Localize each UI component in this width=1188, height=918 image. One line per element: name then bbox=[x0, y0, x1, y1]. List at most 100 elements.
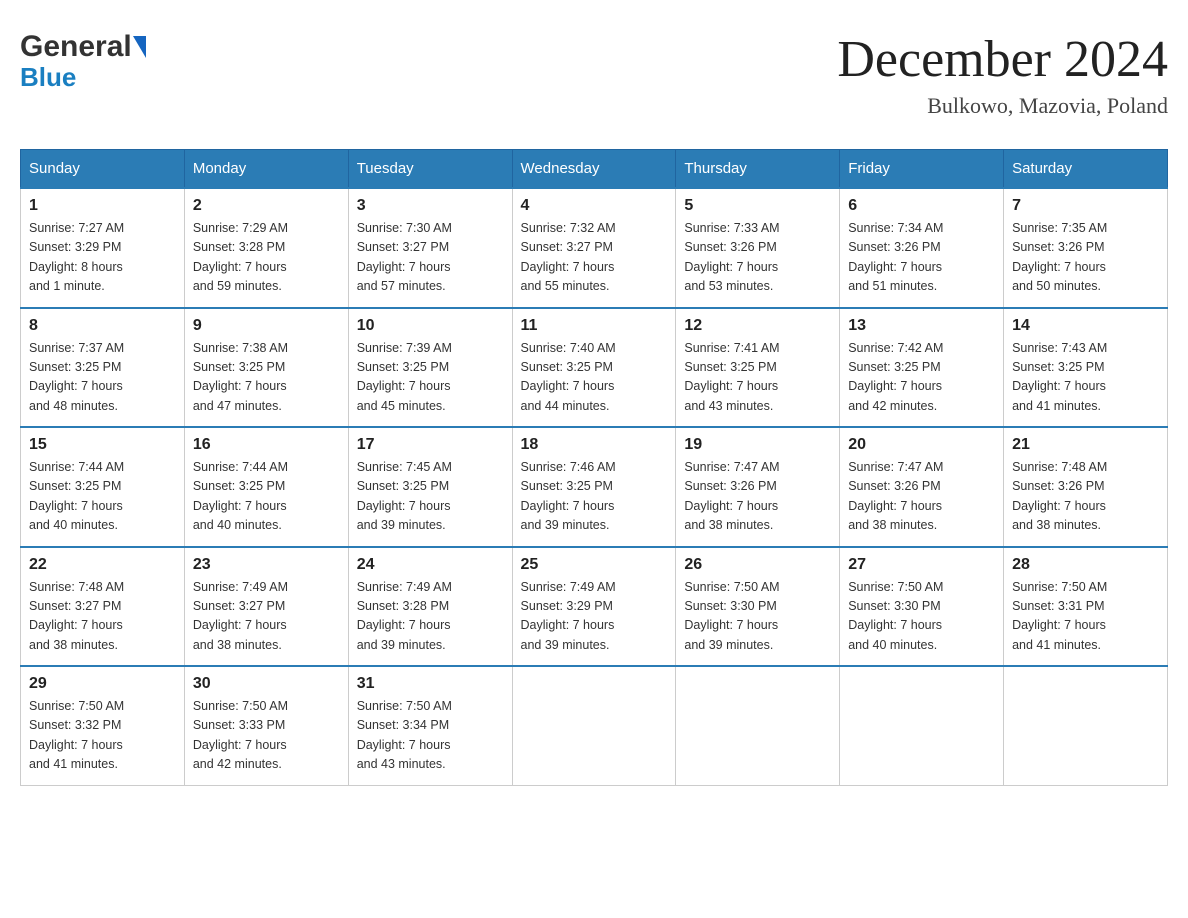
calendar-cell: 8Sunrise: 7:37 AMSunset: 3:25 PMDaylight… bbox=[21, 308, 185, 428]
col-header-thursday: Thursday bbox=[676, 150, 840, 189]
calendar-cell bbox=[840, 666, 1004, 785]
day-info: Sunrise: 7:47 AMSunset: 3:26 PMDaylight:… bbox=[848, 458, 995, 536]
day-info: Sunrise: 7:29 AMSunset: 3:28 PMDaylight:… bbox=[193, 219, 340, 297]
day-info: Sunrise: 7:35 AMSunset: 3:26 PMDaylight:… bbox=[1012, 219, 1159, 297]
day-info: Sunrise: 7:40 AMSunset: 3:25 PMDaylight:… bbox=[521, 339, 668, 417]
calendar-cell: 6 Sunrise: 7:34 AMSunset: 3:26 PMDaylight… bbox=[840, 188, 1004, 308]
day-number: 17 bbox=[357, 436, 504, 454]
location-subtitle: Bulkowo, Mazovia, Poland bbox=[837, 93, 1168, 119]
logo-general-text: General bbox=[20, 30, 146, 64]
calendar-cell: 18 Sunrise: 7:46 AMSunset: 3:25 PMDayligh… bbox=[512, 427, 676, 547]
calendar-cell bbox=[1004, 666, 1168, 785]
day-info: Sunrise: 7:50 AMSunset: 3:31 PMDaylight:… bbox=[1012, 578, 1159, 656]
calendar-cell: 15 Sunrise: 7:44 AMSunset: 3:25 PMDayligh… bbox=[21, 427, 185, 547]
calendar-cell: 20 Sunrise: 7:47 AMSunset: 3:26 PMDayligh… bbox=[840, 427, 1004, 547]
day-number: 6 bbox=[848, 197, 995, 215]
calendar-cell: 26 Sunrise: 7:50 AMSunset: 3:30 PMDayligh… bbox=[676, 547, 840, 667]
calendar-cell: 16 Sunrise: 7:44 AMSunset: 3:25 PMDayligh… bbox=[184, 427, 348, 547]
month-year-title: December 2024 bbox=[837, 30, 1168, 89]
day-number: 20 bbox=[848, 436, 995, 454]
day-info: Sunrise: 7:46 AMSunset: 3:25 PMDaylight:… bbox=[521, 458, 668, 536]
day-number: 21 bbox=[1012, 436, 1159, 454]
day-number: 27 bbox=[848, 556, 995, 574]
day-info: Sunrise: 7:48 AMSunset: 3:26 PMDaylight:… bbox=[1012, 458, 1159, 536]
day-number: 8 bbox=[29, 317, 176, 335]
day-number: 1 bbox=[29, 197, 176, 215]
col-header-sunday: Sunday bbox=[21, 150, 185, 189]
day-number: 15 bbox=[29, 436, 176, 454]
day-number: 22 bbox=[29, 556, 176, 574]
day-info: Sunrise: 7:44 AMSunset: 3:25 PMDaylight:… bbox=[193, 458, 340, 536]
day-number: 10 bbox=[357, 317, 504, 335]
day-info: Sunrise: 7:42 AMSunset: 3:25 PMDaylight:… bbox=[848, 339, 995, 417]
calendar-week-row: 29 Sunrise: 7:50 AMSunset: 3:32 PMDayligh… bbox=[21, 666, 1168, 785]
title-section: December 2024 Bulkowo, Mazovia, Poland bbox=[837, 30, 1168, 119]
day-number: 14 bbox=[1012, 317, 1159, 335]
day-info: Sunrise: 7:34 AMSunset: 3:26 PMDaylight:… bbox=[848, 219, 995, 297]
calendar-week-row: 15 Sunrise: 7:44 AMSunset: 3:25 PMDayligh… bbox=[21, 427, 1168, 547]
calendar-cell: 19Sunrise: 7:47 AMSunset: 3:26 PMDayligh… bbox=[676, 427, 840, 547]
day-info: Sunrise: 7:50 AMSunset: 3:32 PMDaylight:… bbox=[29, 697, 176, 775]
day-info: Sunrise: 7:39 AMSunset: 3:25 PMDaylight:… bbox=[357, 339, 504, 417]
day-info: Sunrise: 7:44 AMSunset: 3:25 PMDaylight:… bbox=[29, 458, 176, 536]
calendar-cell: 5Sunrise: 7:33 AMSunset: 3:26 PMDaylight… bbox=[676, 188, 840, 308]
day-number: 24 bbox=[357, 556, 504, 574]
calendar-cell bbox=[512, 666, 676, 785]
day-number: 26 bbox=[684, 556, 831, 574]
day-number: 4 bbox=[521, 197, 668, 215]
day-info: Sunrise: 7:43 AMSunset: 3:25 PMDaylight:… bbox=[1012, 339, 1159, 417]
col-header-saturday: Saturday bbox=[1004, 150, 1168, 189]
day-info: Sunrise: 7:50 AMSunset: 3:34 PMDaylight:… bbox=[357, 697, 504, 775]
col-header-monday: Monday bbox=[184, 150, 348, 189]
day-info: Sunrise: 7:41 AMSunset: 3:25 PMDaylight:… bbox=[684, 339, 831, 417]
day-number: 25 bbox=[521, 556, 668, 574]
day-number: 7 bbox=[1012, 197, 1159, 215]
day-number: 18 bbox=[521, 436, 668, 454]
day-info: Sunrise: 7:32 AMSunset: 3:27 PMDaylight:… bbox=[521, 219, 668, 297]
day-number: 11 bbox=[521, 317, 668, 335]
day-number: 12 bbox=[684, 317, 831, 335]
col-header-friday: Friday bbox=[840, 150, 1004, 189]
calendar-week-row: 22 Sunrise: 7:48 AMSunset: 3:27 PMDayligh… bbox=[21, 547, 1168, 667]
day-info: Sunrise: 7:50 AMSunset: 3:30 PMDaylight:… bbox=[848, 578, 995, 656]
calendar-cell: 23 Sunrise: 7:49 AMSunset: 3:27 PMDayligh… bbox=[184, 547, 348, 667]
calendar-cell: 10 Sunrise: 7:39 AMSunset: 3:25 PMDayligh… bbox=[348, 308, 512, 428]
day-number: 29 bbox=[29, 675, 176, 693]
calendar-cell: 27 Sunrise: 7:50 AMSunset: 3:30 PMDayligh… bbox=[840, 547, 1004, 667]
day-info: Sunrise: 7:45 AMSunset: 3:25 PMDaylight:… bbox=[357, 458, 504, 536]
calendar-cell: 7 Sunrise: 7:35 AMSunset: 3:26 PMDaylight… bbox=[1004, 188, 1168, 308]
day-number: 3 bbox=[357, 197, 504, 215]
calendar-cell: 13 Sunrise: 7:42 AMSunset: 3:25 PMDayligh… bbox=[840, 308, 1004, 428]
day-info: Sunrise: 7:49 AMSunset: 3:28 PMDaylight:… bbox=[357, 578, 504, 656]
day-info: Sunrise: 7:27 AMSunset: 3:29 PMDaylight:… bbox=[29, 219, 176, 297]
calendar-cell: 17 Sunrise: 7:45 AMSunset: 3:25 PMDayligh… bbox=[348, 427, 512, 547]
calendar-week-row: 8Sunrise: 7:37 AMSunset: 3:25 PMDaylight… bbox=[21, 308, 1168, 428]
calendar-cell: 25Sunrise: 7:49 AMSunset: 3:29 PMDayligh… bbox=[512, 547, 676, 667]
col-header-wednesday: Wednesday bbox=[512, 150, 676, 189]
calendar-cell: 31Sunrise: 7:50 AMSunset: 3:34 PMDayligh… bbox=[348, 666, 512, 785]
calendar-cell: 22 Sunrise: 7:48 AMSunset: 3:27 PMDayligh… bbox=[21, 547, 185, 667]
calendar-cell: 21 Sunrise: 7:48 AMSunset: 3:26 PMDayligh… bbox=[1004, 427, 1168, 547]
day-info: Sunrise: 7:49 AMSunset: 3:27 PMDaylight:… bbox=[193, 578, 340, 656]
calendar-cell: 2 Sunrise: 7:29 AMSunset: 3:28 PMDaylight… bbox=[184, 188, 348, 308]
calendar-cell: 3Sunrise: 7:30 AMSunset: 3:27 PMDaylight… bbox=[348, 188, 512, 308]
day-info: Sunrise: 7:50 AMSunset: 3:33 PMDaylight:… bbox=[193, 697, 340, 775]
day-number: 16 bbox=[193, 436, 340, 454]
day-info: Sunrise: 7:33 AMSunset: 3:26 PMDaylight:… bbox=[684, 219, 831, 297]
day-info: Sunrise: 7:50 AMSunset: 3:30 PMDaylight:… bbox=[684, 578, 831, 656]
calendar-cell: 12 Sunrise: 7:41 AMSunset: 3:25 PMDayligh… bbox=[676, 308, 840, 428]
day-info: Sunrise: 7:48 AMSunset: 3:27 PMDaylight:… bbox=[29, 578, 176, 656]
calendar-cell: 4 Sunrise: 7:32 AMSunset: 3:27 PMDaylight… bbox=[512, 188, 676, 308]
day-number: 2 bbox=[193, 197, 340, 215]
calendar-cell: 30 Sunrise: 7:50 AMSunset: 3:33 PMDayligh… bbox=[184, 666, 348, 785]
calendar-cell: 24 Sunrise: 7:49 AMSunset: 3:28 PMDayligh… bbox=[348, 547, 512, 667]
calendar-week-row: 1 Sunrise: 7:27 AMSunset: 3:29 PMDaylight… bbox=[21, 188, 1168, 308]
col-header-tuesday: Tuesday bbox=[348, 150, 512, 189]
calendar-cell: 29 Sunrise: 7:50 AMSunset: 3:32 PMDayligh… bbox=[21, 666, 185, 785]
day-number: 19 bbox=[684, 436, 831, 454]
day-number: 30 bbox=[193, 675, 340, 693]
calendar-table: SundayMondayTuesdayWednesdayThursdayFrid… bbox=[20, 149, 1168, 786]
day-number: 23 bbox=[193, 556, 340, 574]
calendar-cell: 11 Sunrise: 7:40 AMSunset: 3:25 PMDayligh… bbox=[512, 308, 676, 428]
day-number: 13 bbox=[848, 317, 995, 335]
